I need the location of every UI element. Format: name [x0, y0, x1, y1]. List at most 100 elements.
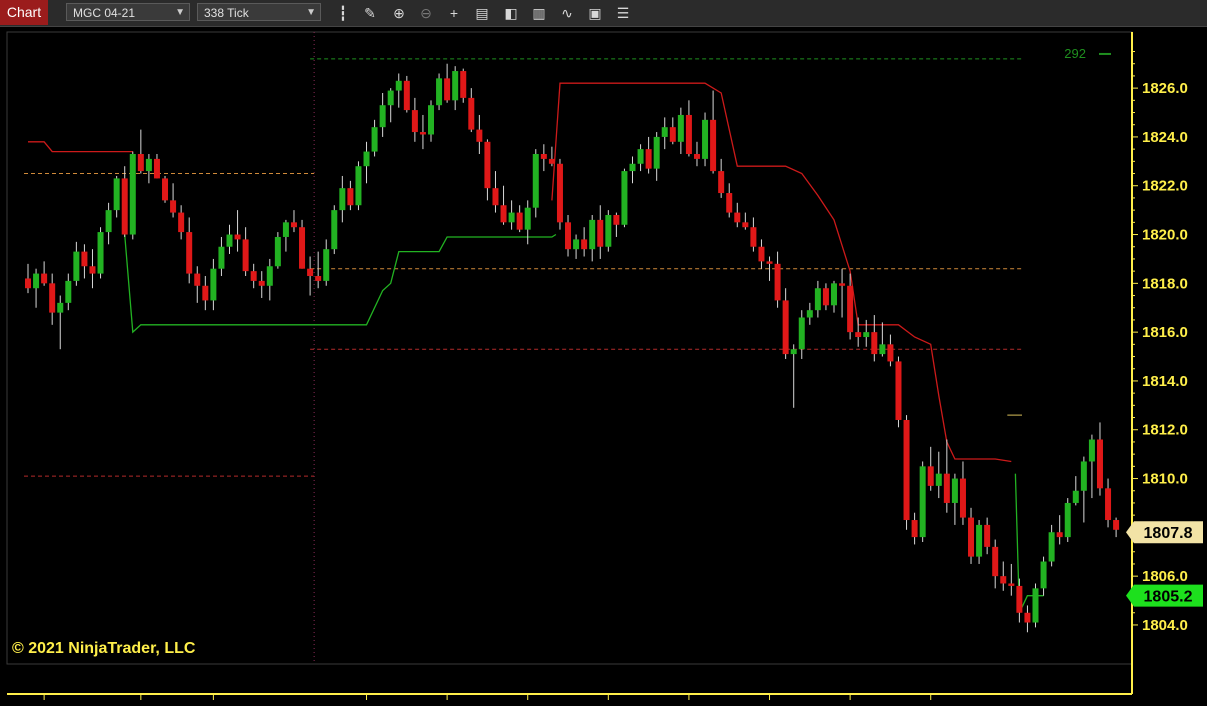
last-price-label: 1807.8: [1144, 525, 1193, 542]
candle-body: [822, 288, 829, 306]
candle-body: [1056, 532, 1063, 538]
y-tick-label: 1822.0: [1142, 178, 1188, 195]
candle-body: [73, 251, 80, 281]
y-tick-label: 1826.0: [1142, 80, 1188, 97]
candle-body: [597, 219, 604, 247]
candle-body: [153, 158, 160, 179]
candle-body: [693, 154, 700, 159]
candle-body: [718, 171, 725, 194]
candle-body: [274, 236, 281, 267]
candle-body: [347, 188, 354, 206]
candle-body: [919, 466, 926, 538]
instrument-label: MGC 04-21: [73, 6, 136, 20]
candle-body: [194, 273, 201, 286]
candle-body: [266, 266, 273, 286]
candle-body: [145, 158, 152, 172]
candle-body: [605, 215, 612, 247]
candle-body: [1016, 585, 1023, 613]
candle-body: [226, 234, 233, 247]
candle-body: [33, 273, 40, 289]
candle-body: [1024, 612, 1031, 623]
candle-body: [355, 166, 362, 206]
templates-icon[interactable]: ▣: [586, 4, 604, 22]
crosshair-icon[interactable]: +: [445, 4, 463, 22]
candle-body: [234, 234, 241, 240]
candle-body: [363, 151, 370, 167]
chevron-down-icon: ▼: [306, 7, 316, 18]
candle-body: [685, 114, 692, 155]
candle-body: [911, 520, 918, 538]
candle-body: [339, 188, 346, 211]
price-chart[interactable]: 1804.01806.01808.01810.01812.01814.01816…: [0, 27, 1207, 706]
data-box-icon[interactable]: ▤: [473, 4, 491, 22]
candle-body: [951, 478, 958, 503]
candle-body: [968, 517, 975, 557]
candle-body: [734, 212, 741, 223]
candle-body: [1080, 461, 1087, 491]
candle-body: [419, 132, 426, 135]
y-tick-label: 1812.0: [1142, 422, 1188, 439]
candle-body: [992, 546, 999, 577]
candle-body: [242, 239, 249, 272]
candle-body: [1096, 439, 1103, 489]
candle-body: [395, 80, 402, 91]
candle-body: [984, 524, 991, 547]
candle-body: [1113, 520, 1120, 530]
zoom-out-icon[interactable]: ⊖: [417, 4, 435, 22]
candle-body: [935, 473, 942, 486]
candle-body: [315, 276, 322, 281]
chart-tab[interactable]: Chart: [0, 0, 48, 25]
zoom-in-icon[interactable]: ⊕: [390, 4, 408, 22]
candle-body: [927, 466, 934, 486]
candle-body: [798, 317, 805, 350]
candle-body: [460, 71, 467, 98]
candle-body: [943, 473, 950, 503]
candle-body: [282, 222, 289, 237]
candle-body: [137, 154, 144, 172]
candle-body: [863, 332, 870, 338]
candle-body: [556, 163, 563, 223]
candle-body: [847, 285, 854, 333]
indicators-icon[interactable]: ∿: [558, 4, 576, 22]
menu-icon[interactable]: ☰: [614, 4, 632, 22]
chevron-down-icon: ▼: [175, 7, 185, 18]
candle-body: [331, 210, 338, 250]
candle-body: [581, 239, 588, 250]
candle-body: [1008, 583, 1015, 586]
candle-body: [436, 78, 443, 106]
candle-body: [484, 141, 491, 189]
candle-body: [1048, 532, 1055, 562]
candle-body: [250, 271, 257, 281]
candle-body: [492, 188, 499, 206]
y-tick-label: 1818.0: [1142, 275, 1188, 292]
instrument-selector[interactable]: MGC 04-21 ▼: [66, 3, 190, 21]
candle-body: [1105, 488, 1112, 521]
bar-type-icon[interactable]: ┇: [334, 4, 352, 22]
candle-body: [105, 210, 112, 233]
candle-body: [444, 78, 451, 101]
candle-body: [814, 288, 821, 311]
candle-body: [162, 178, 169, 201]
chart-area[interactable]: 1804.01806.01808.01810.01812.01814.01816…: [0, 27, 1207, 706]
marker-292-label: 292: [1064, 46, 1086, 61]
properties-icon[interactable]: ◧: [502, 4, 520, 22]
interval-selector[interactable]: 338 Tick ▼: [197, 3, 321, 21]
candle-body: [113, 178, 120, 211]
candle-body: [1064, 502, 1071, 538]
candle-body: [500, 205, 507, 223]
candle-body: [621, 171, 628, 225]
candle-body: [49, 283, 56, 313]
candle-body: [782, 300, 789, 355]
candle-body: [637, 149, 644, 164]
candle-body: [806, 310, 813, 318]
candle-body: [742, 222, 749, 228]
strategies-icon[interactable]: ▥: [530, 4, 548, 22]
candle-body: [210, 268, 217, 301]
copyright-notice: © 2021 NinjaTrader, LLC: [12, 640, 196, 657]
candle-body: [323, 249, 330, 281]
candle-body: [573, 239, 580, 250]
pencil-icon[interactable]: ✎: [361, 4, 379, 22]
candle-body: [97, 232, 104, 274]
candle-body: [895, 361, 902, 420]
candle-body: [855, 332, 862, 338]
